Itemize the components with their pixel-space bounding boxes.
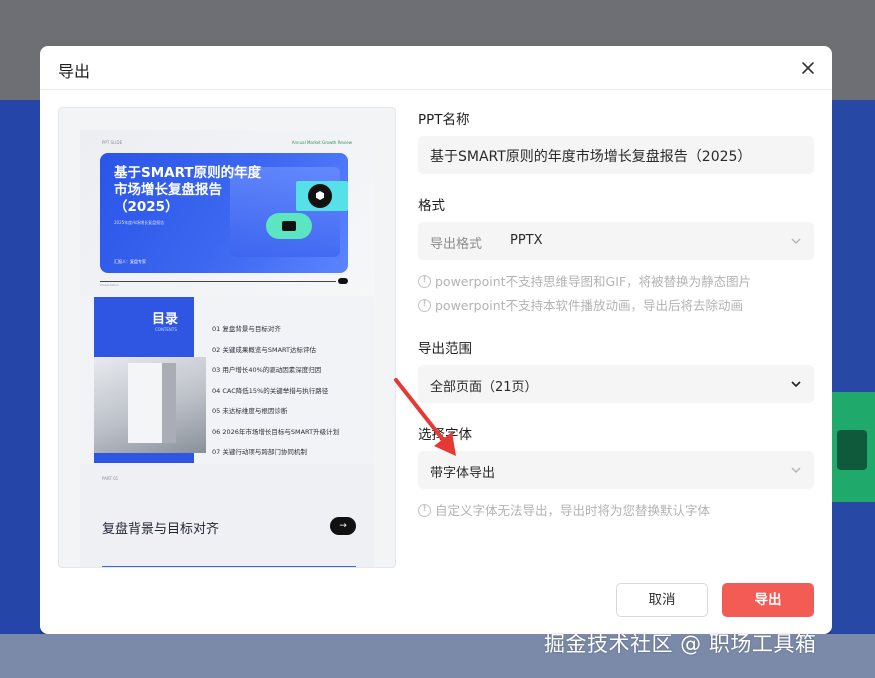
format-hint: powerpoint不支持思维导图和GIF，将被替换为静态图片 [418,271,751,290]
cover-title: 基于SMART原则的年度市场增长复盘报告（2025） [114,165,262,215]
arrow-right-icon: → [330,517,356,535]
chevron-down-icon [791,381,801,388]
contents-blue-panel: 目录 CONTENTS [94,297,206,463]
list-item: 03 用户增长40%的驱动因素深度归因 [212,366,322,374]
export-form: PPT名称 基于SMART原则的年度市场增长复盘报告（2025） 格式 导出格式… [418,46,814,634]
contents-image-pillar [128,363,162,443]
part-tag: PART 01 [102,476,119,481]
range-select[interactable]: 全部页面（21页） [418,365,814,403]
background-left-strip [0,100,40,678]
slide-header-right: Annual Market Growth Review [291,140,352,145]
format-value: PPTX [510,233,543,248]
cancel-button[interactable]: 取消 [616,583,708,617]
ppt-name-input[interactable]: 基于SMART原则的年度市场增长复盘报告（2025） [418,136,814,174]
list-item: 07 关键行动项与跨部门协同机制 [212,448,307,456]
list-item: 05 未达标维度与根因诊断 [212,407,288,415]
contents-heading: 目录 [152,312,179,327]
font-hint: 自定义字体无法导出，导出时将为您替换默认字体 [418,500,710,519]
font-select[interactable]: 带字体导出 [418,451,814,489]
export-dialog: 导出 PPT SLIDE Annual Market Growth Review… [40,46,832,634]
list-item: 02 关键成果概览与SMART达标评估 [212,345,317,354]
contents-image-shadow [162,363,176,443]
slide-thumbnail-part1[interactable]: PART 01 复盘背景与目标对齐 → [80,464,374,567]
range-label: 导出范围 [418,341,472,357]
hexagon-icon [308,184,332,208]
info-icon [418,504,431,517]
contents-subheading: CONTENTS [155,327,177,332]
slides-preview[interactable]: PPT SLIDE Annual Market Growth Review 基于… [58,107,396,568]
chevron-down-icon [791,467,801,473]
annotation-arrow-icon [394,378,456,456]
info-icon [418,299,431,312]
contents-list: 01 复盘背景与目标对齐 02 关键成果概览与SMART达标评估 03 用户增长… [212,319,339,463]
cover-footer: Presentation [100,283,119,287]
watermark: 掘金技术社区 @ 职场工具箱 [544,632,817,656]
dialog-title: 导出 [58,62,91,81]
cover-author: 汇报人：复盘专家 [114,259,146,264]
list-item: 01 复盘背景与目标对齐 [212,325,281,333]
battery-icon [266,213,312,239]
slide-thumbnail-cover[interactable]: PPT SLIDE Annual Market Growth Review 基于… [80,130,374,296]
cover-subtitle: 2025年度市场增长复盘报告 [114,220,165,225]
ppt-name-value: 基于SMART原则的年度市场增长复盘报告（2025） [430,149,752,165]
part-blue-bar [102,566,356,567]
format-select[interactable]: 导出格式 PPTX [418,222,814,260]
info-icon [418,275,431,288]
cover-card: 基于SMART原则的年度市场增长复盘报告（2025） 2025年度市场增长复盘报… [100,153,348,273]
slide-header-left: PPT SLIDE [102,140,123,145]
slide-thumbnail-contents[interactable]: 目录 CONTENTS 01 复盘背景与目标对齐 02 关键成果概览与SMART… [80,297,374,463]
chevron-down-icon [791,238,801,244]
ppt-name-label: PPT名称 [418,112,470,128]
cover-divider [100,281,336,282]
background-right-strip [831,100,875,678]
background-green-inner [837,430,867,470]
part-title: 复盘背景与目标对齐 [102,522,220,537]
cover-knob [338,278,348,284]
list-item: 06 2026年市场增长目标与SMART升级计划 [212,427,340,436]
format-label: 格式 [418,198,445,214]
list-item: 04 CAC降低15%的关键举措与执行路径 [212,386,329,395]
export-button[interactable]: 导出 [722,583,814,617]
format-prefix: 导出格式 [430,237,483,252]
format-hint: powerpoint不支持本软件播放动画，导出后将去除动画 [418,295,743,314]
